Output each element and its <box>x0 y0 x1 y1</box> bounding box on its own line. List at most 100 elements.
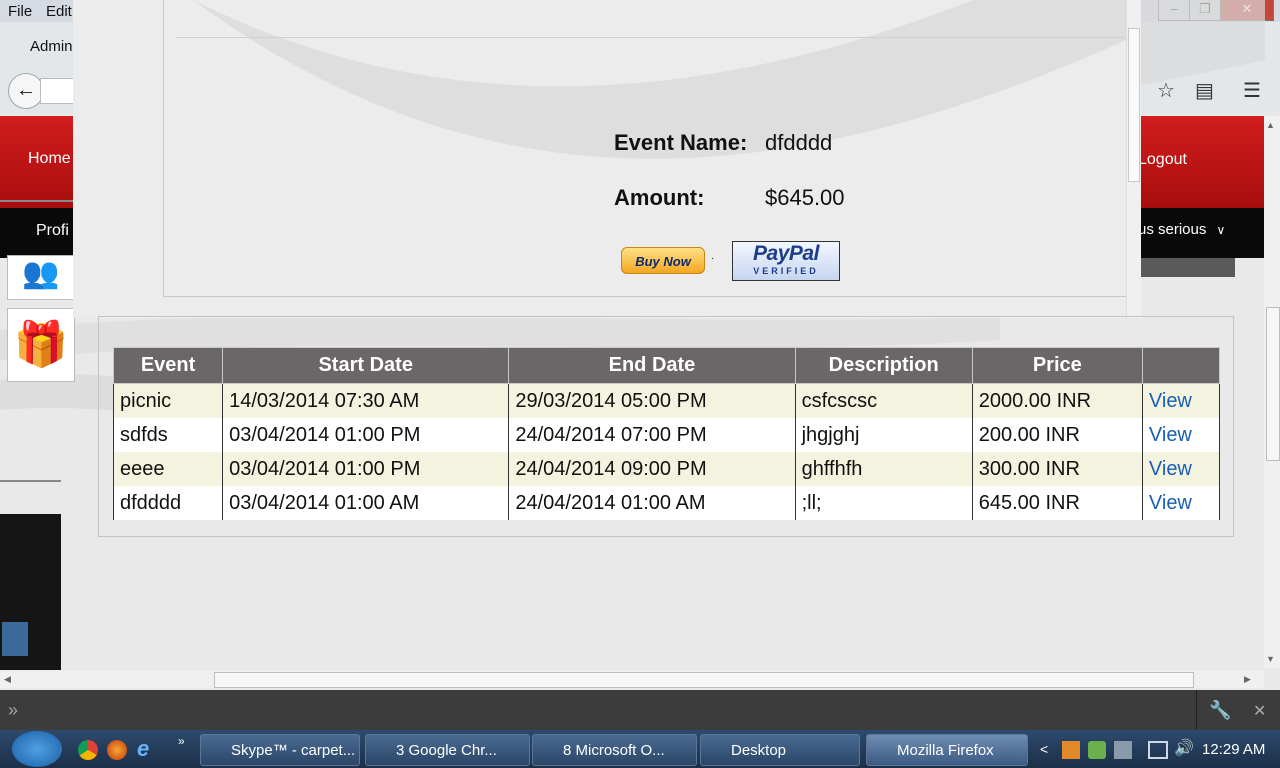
wrench-icon[interactable]: 🔧 <box>1209 700 1231 721</box>
cell-description: csfcscsc <box>794 383 973 418</box>
cell-start-date: 03/04/2014 01:00 AM <box>222 486 510 520</box>
user-menu-label: us serious <box>1138 221 1207 238</box>
cell-start-date: 03/04/2014 01:00 PM <box>222 452 510 486</box>
user-menu[interactable]: us serious ∨ <box>1138 221 1225 238</box>
scroll-right-icon[interactable]: ▶ <box>1244 674 1251 685</box>
scroll-down-icon[interactable]: ▼ <box>1266 654 1275 664</box>
cell-event: picnic <box>112 383 224 418</box>
cell-start-date: 14/03/2014 07:30 AM <box>222 383 510 418</box>
cell-start-date: 03/04/2014 01:00 PM <box>222 418 510 452</box>
browser-tab[interactable]: Admin <box>30 38 73 55</box>
table-row: picnic 14/03/2014 07:30 AM 29/03/2014 05… <box>112 383 1221 418</box>
taskbar-item-firefox[interactable]: Mozilla Firefox <box>866 734 1028 766</box>
taskbar-item-skype[interactable]: Skype™ - carpet... <box>200 734 360 766</box>
nav-home-link[interactable]: Home <box>28 150 71 168</box>
popup-scrollbar-thumb[interactable] <box>1128 28 1140 182</box>
view-link[interactable]: View <box>1141 452 1221 486</box>
tray-expand-icon[interactable]: < <box>1040 741 1048 757</box>
page-vertical-scrollbar-thumb[interactable] <box>1266 307 1280 461</box>
more-icon[interactable]: » <box>178 734 185 748</box>
taskbar-item-label: 8 Microsoft O... <box>563 742 665 759</box>
taskbar-item-label: Desktop <box>731 742 787 759</box>
divider <box>0 480 61 482</box>
view-link[interactable]: View <box>1141 486 1221 520</box>
paypal-verified-badge: PayPal VERIFIED <box>732 241 840 281</box>
tray-network-icon[interactable] <box>1114 741 1132 759</box>
dropdown-strip <box>1140 258 1235 277</box>
tray-display-icon[interactable] <box>1148 741 1168 759</box>
ie-icon[interactable]: e <box>137 736 149 762</box>
scroll-up-icon[interactable]: ▲ <box>1266 120 1275 130</box>
tv-image <box>2 622 28 656</box>
reading-list-icon[interactable]: ▤ <box>1195 78 1214 103</box>
header-end-date: End Date <box>508 347 796 384</box>
events-table: Event Start Date End Date Description Pr… <box>112 347 1221 520</box>
cell-event: dfdddd <box>112 486 224 520</box>
taskbar-item-chrome[interactable]: 3 Google Chr... <box>365 734 530 766</box>
paypal-verified-text: VERIFIED <box>753 266 819 276</box>
chevron-right-icon[interactable]: » <box>8 700 18 721</box>
cell-end-date: 29/03/2014 05:00 PM <box>508 383 796 418</box>
taskbar-clock[interactable]: 12:29 AM <box>1202 741 1265 758</box>
start-button[interactable] <box>12 731 62 767</box>
buy-now-button[interactable]: Buy Now <box>621 247 705 274</box>
minimize-button[interactable]: – <box>1158 0 1190 21</box>
taskbar-item-label: Skype™ - carpet... <box>231 742 356 759</box>
cell-price: 300.00 INR <box>971 452 1143 486</box>
cell-description: jhgjghj <box>794 418 973 452</box>
gift-icon: 🎁 <box>7 308 75 382</box>
addon-bar <box>0 690 1280 730</box>
taskbar-item-label: Mozilla Firefox <box>897 742 994 759</box>
cell-end-date: 24/04/2014 09:00 PM <box>508 452 796 486</box>
table-header-row: Event Start Date End Date Description Pr… <box>112 347 1221 384</box>
nav-logout-link[interactable]: Logout <box>1138 151 1187 169</box>
nav-profile-link[interactable]: Profi <box>36 222 69 240</box>
view-link[interactable]: View <box>1141 418 1221 452</box>
header-action <box>1141 347 1221 384</box>
cell-price: 2000.00 INR <box>971 383 1143 418</box>
star-icon[interactable]: ☆ <box>1157 78 1175 103</box>
scroll-left-icon[interactable]: ◀ <box>4 674 11 685</box>
cell-price: 200.00 INR <box>971 418 1143 452</box>
taskbar-item-desktop[interactable]: Desktop <box>700 734 860 766</box>
photo-thumbnail <box>0 514 61 670</box>
people-thumbnail: 👥 <box>7 255 75 300</box>
restore-button[interactable]: ❐ <box>1189 0 1221 21</box>
cell-end-date: 24/04/2014 01:00 AM <box>508 486 796 520</box>
cell-event: eeee <box>112 452 224 486</box>
popup-divider <box>176 37 1124 38</box>
cell-description: ;ll; <box>794 486 973 520</box>
menu-file[interactable]: File <box>8 3 32 20</box>
header-description: Description <box>794 347 973 384</box>
header-start-date: Start Date <box>222 347 510 384</box>
close-icon[interactable]: ✕ <box>1253 701 1266 721</box>
cell-event: sdfds <box>112 418 224 452</box>
divider <box>1196 690 1197 730</box>
taskbar-item-office[interactable]: 8 Microsoft O... <box>532 734 697 766</box>
header-event: Event <box>112 347 224 384</box>
separator-dot: · <box>711 253 715 264</box>
view-link[interactable]: View <box>1141 383 1221 418</box>
table-row: sdfds 03/04/2014 01:00 PM 24/04/2014 07:… <box>112 418 1221 452</box>
firefox-icon[interactable] <box>107 740 127 760</box>
header-price: Price <box>971 347 1143 384</box>
page-horizontal-scrollbar-thumb[interactable] <box>214 672 1194 688</box>
chrome-icon[interactable] <box>78 740 98 760</box>
event-name-value: dfdddd <box>765 130 833 155</box>
cell-description: ghffhfh <box>794 452 973 486</box>
menu-edit[interactable]: Edit <box>46 3 72 20</box>
tray-java-icon[interactable] <box>1062 741 1080 759</box>
event-name-label: Event Name: <box>614 130 748 155</box>
taskbar-item-label: 3 Google Chr... <box>396 742 497 759</box>
table-row: dfdddd 03/04/2014 01:00 AM 24/04/2014 01… <box>112 486 1221 520</box>
volume-icon[interactable]: 🔊 <box>1174 738 1194 758</box>
menu-icon[interactable]: ☰ <box>1243 78 1261 103</box>
window-close-button[interactable]: ✕ <box>1220 0 1274 21</box>
cell-end-date: 24/04/2014 07:00 PM <box>508 418 796 452</box>
table-row: eeee 03/04/2014 01:00 PM 24/04/2014 09:0… <box>112 452 1221 486</box>
chevron-down-icon: ∨ <box>1216 223 1226 237</box>
amount-value: $645.00 <box>765 185 845 210</box>
back-icon[interactable]: ← <box>8 73 44 109</box>
amount-label: Amount: <box>614 185 705 210</box>
tray-shield-icon[interactable] <box>1088 741 1106 759</box>
